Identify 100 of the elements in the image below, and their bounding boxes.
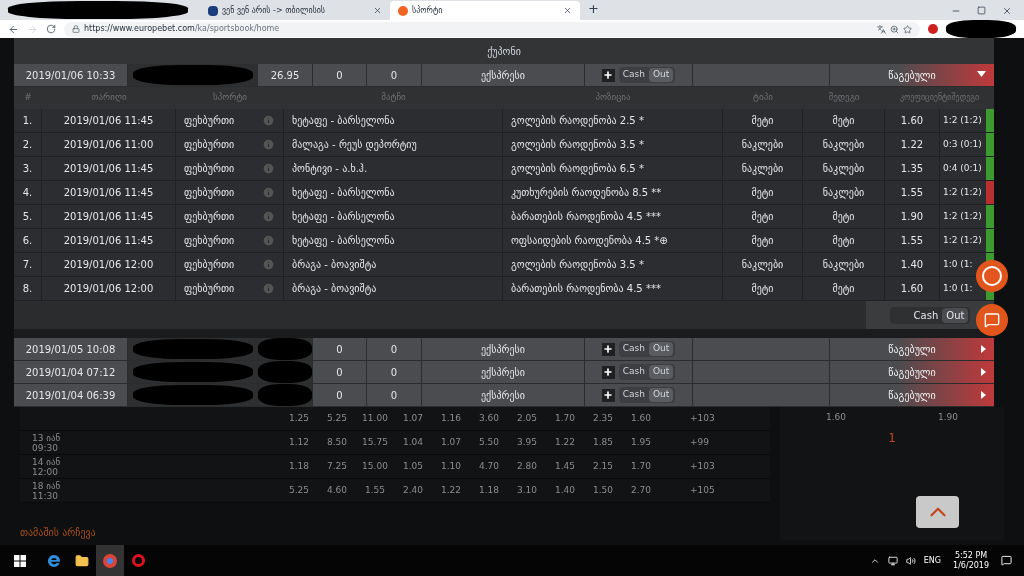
close-icon[interactable] [373, 6, 382, 15]
bet-result: მეტი [803, 205, 885, 228]
browser-icon[interactable] [47, 553, 61, 568]
support-button[interactable] [976, 260, 1008, 292]
caret-right-icon [981, 345, 986, 353]
coupon-type: ექსპრესი [422, 361, 585, 383]
odds-value: 15.00 [361, 459, 389, 473]
add-icon[interactable] [601, 68, 615, 82]
match-date: 14 იან [32, 456, 62, 467]
odds-value: 1.90 [937, 411, 958, 424]
bet-sport: ფეხბურთი [184, 282, 235, 296]
add-icon[interactable] [601, 342, 615, 356]
odds-value: 5.25 [287, 483, 310, 497]
cash-out-button[interactable]: Cash Out [618, 387, 676, 403]
bet-odds: 1.55 [885, 229, 940, 252]
coupon-amount: 26.95 [258, 64, 313, 86]
reload-icon[interactable] [46, 24, 56, 34]
zoom-icon[interactable] [890, 24, 899, 34]
folder-icon[interactable] [75, 553, 89, 568]
extension-icon[interactable] [928, 24, 938, 34]
coupon-value: 0 [367, 338, 422, 360]
odds-value: 1.22 [553, 435, 576, 449]
bet-type: მეტი [723, 229, 803, 252]
odds-value: 3.10 [515, 483, 538, 497]
bet-sport: ფეხბურთი [184, 138, 235, 152]
add-icon[interactable] [601, 388, 615, 402]
match-date: 18 იან [32, 480, 62, 491]
more-count: +105 [690, 483, 715, 497]
more-count: +103 [690, 411, 715, 425]
odds-value: 1.12 [287, 435, 310, 449]
redaction-mark [258, 338, 312, 360]
volume-icon[interactable] [905, 555, 916, 566]
odds-value: 1.55 [363, 483, 386, 497]
notification-icon[interactable] [1001, 555, 1012, 566]
odds-value: 1.60 [825, 411, 846, 424]
bet-type: მეტი [723, 181, 803, 204]
odds-value: 2.70 [629, 483, 652, 497]
scroll-top-button[interactable] [916, 496, 959, 528]
more-count: +103 [690, 459, 715, 473]
new-tab-button[interactable]: + [588, 0, 599, 18]
match-time: 09:30 [32, 442, 59, 453]
bet-score: 1:0 (1: [942, 281, 974, 295]
add-icon[interactable] [601, 365, 615, 379]
odds-value: 1.70 [629, 459, 652, 473]
odds-value: 2.40 [401, 483, 424, 497]
cash-out-button[interactable]: Cash Out [618, 341, 676, 357]
bookmark-icon[interactable] [903, 24, 912, 34]
bet-date: 2019/01/06 12:00 [42, 253, 176, 276]
bet-odds: 1.60 [885, 109, 940, 132]
bet-score: 0:4 (0:1) [942, 161, 983, 175]
row-number: 6. [14, 229, 42, 252]
translate-icon[interactable] [877, 24, 886, 34]
network-icon[interactable] [887, 555, 898, 566]
cash-out-button[interactable]: Cash Out [618, 67, 676, 83]
odds-value: 2.05 [515, 411, 538, 425]
close-icon[interactable] [1002, 6, 1012, 16]
cash-out-button[interactable]: Cash Out [889, 306, 971, 324]
bet-type: ნაკლები [723, 253, 803, 276]
address-field[interactable]: https://www.europebet.com/ka/sportsbook/home [64, 21, 920, 37]
bet-sport: ფეხბურთი [184, 162, 235, 176]
column-header: მატჩი [380, 91, 407, 105]
chrome-icon[interactable] [103, 553, 117, 568]
bet-type: მეტი [723, 109, 803, 132]
maximize-icon[interactable] [977, 6, 986, 15]
cash-out-button[interactable]: Cash Out [618, 364, 676, 380]
bet-type: მეტი [723, 205, 803, 228]
count-label: 1 [888, 429, 896, 447]
odds-value: 1.18 [287, 459, 310, 473]
clock[interactable]: 5:52 PM 1/6/2019 [953, 550, 989, 571]
windows-icon[interactable] [14, 554, 26, 567]
match-time: 12:00 [32, 466, 59, 477]
odds-value: 3.60 [477, 411, 500, 425]
row-number: 1. [14, 109, 42, 132]
bet-date: 2019/01/06 11:45 [42, 205, 176, 228]
odds-value: 1.50 [591, 483, 614, 497]
coupon-value: 0 [367, 361, 422, 383]
row-number: 4. [14, 181, 42, 204]
browser-tab[interactable]: სპორტი [390, 1, 580, 20]
bet-score: 0:3 (0:1) [942, 137, 983, 151]
bet-odds: 1.22 [885, 133, 940, 156]
back-icon[interactable] [8, 23, 19, 35]
odds-value: 4.70 [477, 459, 500, 473]
caret-down-icon [977, 71, 986, 77]
column-header: სპორტი [211, 91, 249, 105]
close-icon[interactable] [563, 6, 572, 15]
row-number: 2. [14, 133, 42, 156]
opera-icon[interactable] [131, 554, 145, 567]
column-header: თარიღი [90, 91, 128, 105]
bet-match: მალაგა - რეუს დეპორტიუ [284, 133, 503, 156]
odds-value: 2.35 [591, 411, 614, 425]
bet-result: მეტი [803, 277, 885, 300]
coupon-value: 0 [313, 384, 367, 406]
messenger-button[interactable] [976, 304, 1008, 336]
column-header: პოზიცია [594, 91, 632, 105]
ring-icon [982, 266, 1002, 286]
odds-value: 8.50 [325, 435, 348, 449]
language-indicator[interactable]: ENG [923, 554, 942, 567]
bet-odds: 1.35 [885, 157, 940, 180]
bet-result: ნაკლები [803, 133, 885, 156]
bet-odds: 1.90 [885, 205, 940, 228]
